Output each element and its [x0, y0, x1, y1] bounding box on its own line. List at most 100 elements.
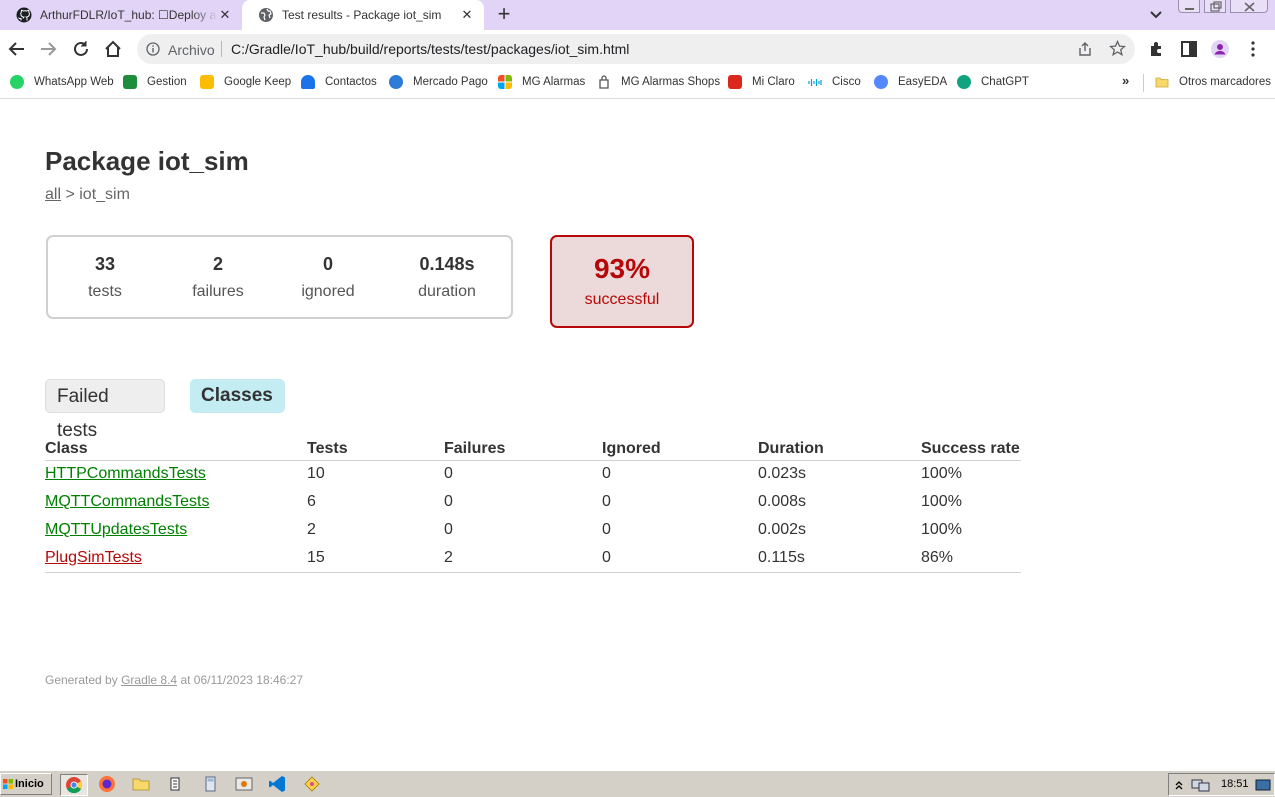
duration-cell: 0.002s	[758, 521, 807, 538]
profile-avatar-icon[interactable]	[1211, 40, 1229, 58]
bookmark-mg-alarmas-shops[interactable]: MG Alarmas Shops	[597, 73, 720, 91]
class-link[interactable]: HTTPCommandsTests	[45, 465, 206, 482]
new-tab-button[interactable]: +	[493, 3, 515, 26]
bag-icon	[599, 75, 609, 89]
bookmark-label: Mercado Pago	[413, 76, 488, 88]
tab-failed-tests[interactable]: Failed tests	[45, 379, 165, 441]
show-desktop-icon[interactable]	[1255, 779, 1271, 791]
failures-counter: 2 failures	[178, 252, 258, 304]
success-rate-cell: 86%	[921, 544, 1021, 573]
bookmark-label: Contactos	[325, 76, 377, 88]
network-icon[interactable]	[1191, 778, 1211, 792]
share-icon[interactable]	[1077, 41, 1093, 57]
kebab-menu-icon[interactable]	[1244, 40, 1262, 58]
bookmark-contactos[interactable]: Contactos	[301, 73, 377, 91]
easyeda-icon	[874, 75, 888, 89]
class-cell: MQTTCommandsTests	[45, 488, 307, 516]
side-panel-icon[interactable]	[1180, 40, 1198, 58]
start-button[interactable]: Inicio	[0, 773, 52, 795]
taskbar-calculator[interactable]	[197, 774, 225, 796]
start-label: Inicio	[15, 778, 44, 790]
failures-count: 2	[212, 254, 223, 274]
taskbar-paint[interactable]	[299, 774, 327, 796]
chevron-down-icon[interactable]	[1146, 6, 1166, 24]
keep-icon	[200, 75, 214, 89]
tests-cell: 15	[307, 544, 444, 573]
duration-counter: 0.148s duration	[402, 252, 492, 304]
duration-cell: 0.115s	[758, 544, 921, 573]
class-link[interactable]: PlugSimTests	[45, 549, 142, 566]
paint-icon	[304, 776, 320, 792]
taskbar-explorer[interactable]	[128, 774, 156, 796]
address-separator	[221, 41, 222, 57]
bookmark-chatgpt[interactable]: ChatGPT	[957, 73, 1029, 91]
url-text[interactable]: C:/Gradle/IoT_hub/build/reports/tests/te…	[231, 41, 629, 57]
classes-table: Class Tests Failures Ignored Duration Su…	[45, 438, 1021, 573]
minimize-button[interactable]	[1178, 0, 1200, 13]
maximize-button[interactable]	[1204, 0, 1226, 13]
taskbar-console[interactable]	[162, 774, 190, 796]
folder-icon	[132, 778, 150, 791]
bookmark-cisco[interactable]: Cisco	[808, 73, 861, 91]
tests-cell: 10	[307, 465, 325, 483]
class-link[interactable]: MQTTUpdatesTests	[45, 521, 187, 538]
bookmark-easyeda[interactable]: EasyEDA	[874, 73, 947, 91]
taskbar-vscode[interactable]	[265, 774, 293, 796]
page-title: Package iot_sim	[45, 146, 249, 176]
bookmark-folder-otros[interactable]: Otros marcadores	[1155, 73, 1271, 91]
success-rate-label: successful	[584, 291, 660, 308]
bookmark-label: Otros marcadores	[1179, 76, 1272, 88]
browser-tab-active[interactable]: Test results - Package iot_sim ✕	[242, 0, 484, 30]
close-tab-icon[interactable]: ✕	[460, 8, 474, 22]
address-bar[interactable]: Archivo C:/Gradle/IoT_hub/build/reports/…	[137, 34, 1135, 64]
tests-cell: 6	[307, 493, 316, 510]
tab-classes[interactable]: Classes	[190, 379, 285, 413]
back-arrow-icon[interactable]	[7, 39, 27, 59]
bookmark-mg-alarmas[interactable]: MG Alarmas	[498, 73, 585, 91]
bookmark-mercado-pago[interactable]: Mercado Pago	[389, 73, 488, 91]
bookmark-label: EasyEDA	[898, 76, 948, 88]
tests-count: 33	[94, 254, 116, 274]
footer-timestamp: at 06/11/2023 18:46:27	[177, 673, 303, 687]
page-content: Package iot_sim all > iot_sim 33 tests 2…	[0, 100, 1275, 770]
close-tab-icon[interactable]: ✕	[218, 8, 232, 22]
chrome-icon	[66, 777, 83, 794]
failures-cell: 0	[444, 493, 453, 510]
bookmark-gestion[interactable]: Gestion	[123, 73, 187, 91]
restore-icon	[1210, 1, 1222, 12]
taskbar-app[interactable]	[231, 774, 259, 796]
tests-cell: 2	[307, 521, 316, 538]
class-link[interactable]: MQTTCommandsTests	[45, 493, 209, 510]
bookmark-whatsapp[interactable]: WhatsApp Web	[10, 73, 114, 91]
close-window-button[interactable]	[1230, 0, 1268, 13]
tray-expand-icon[interactable]	[1174, 779, 1184, 791]
extensions-icon[interactable]	[1148, 40, 1166, 58]
browser-tab-github[interactable]: ArthurFDLR/IoT_hub: ☐Deploy a se ✕	[0, 0, 242, 30]
gradle-link[interactable]: Gradle 8.4	[121, 673, 177, 687]
more-bookmarks-button[interactable]: »	[1122, 73, 1129, 88]
info-icon[interactable]	[146, 42, 160, 56]
table-row: HTTPCommandsTests 10 0 0 0.023s 100%	[45, 460, 1021, 488]
table-row: MQTTCommandsTests 6 0 0 0.008s 100%	[45, 488, 1021, 516]
reload-icon[interactable]	[71, 39, 91, 59]
taskbar-firefox[interactable]	[94, 774, 122, 796]
cisco-icon	[808, 79, 822, 86]
sheets-icon	[123, 75, 137, 89]
folder-icon	[1155, 77, 1169, 88]
ignored-count: 0	[322, 254, 333, 274]
bookmark-mi-claro[interactable]: Mi Claro	[728, 73, 795, 91]
claro-icon	[728, 75, 742, 89]
bookmark-star-icon[interactable]	[1109, 40, 1126, 57]
ignored-cell: 0	[602, 465, 611, 483]
taskbar-chrome[interactable]	[60, 774, 88, 796]
home-icon[interactable]	[103, 39, 123, 59]
class-cell: HTTPCommandsTests	[45, 460, 307, 488]
bookmark-google-keep[interactable]: Google Keep	[200, 73, 291, 91]
whatsapp-icon	[10, 75, 24, 89]
breadcrumb-separator: >	[61, 186, 80, 203]
bookmark-label: Gestion	[147, 76, 187, 88]
breadcrumb-all-link[interactable]: all	[45, 186, 61, 203]
taskbar: Inicio 18:51	[0, 770, 1275, 797]
forward-arrow-icon[interactable]	[38, 39, 58, 59]
tab-strip: ArthurFDLR/IoT_hub: ☐Deploy a se ✕ Test …	[0, 0, 1275, 30]
